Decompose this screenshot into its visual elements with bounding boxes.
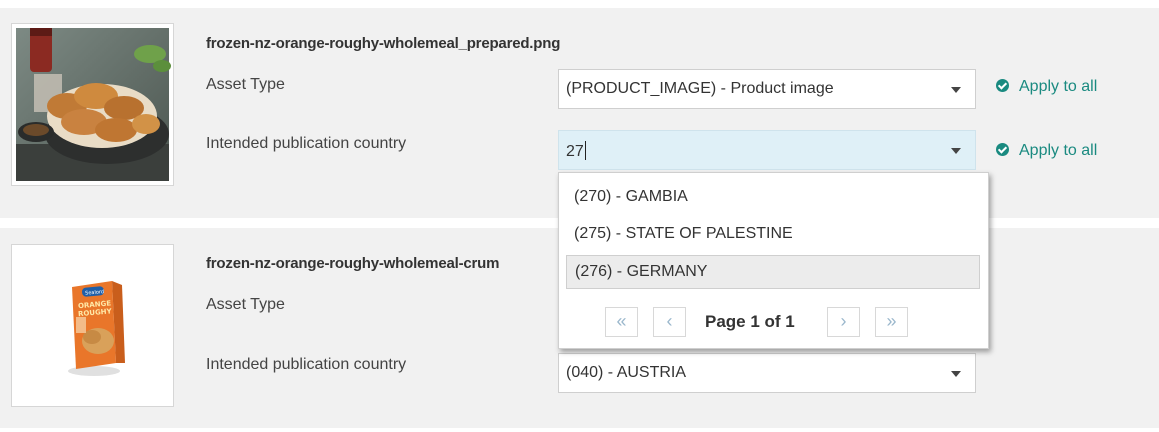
publication-country-label: Intended publication country <box>206 356 407 373</box>
dropdown-option-highlighted[interactable]: (276) - GERMANY <box>566 255 980 289</box>
publication-country-combobox[interactable]: 27 <box>558 130 976 170</box>
apply-to-all-label: Apply to all <box>1019 78 1098 95</box>
asset-type-label: Asset Type <box>206 296 285 313</box>
prev-page-button[interactable]: ‹ <box>653 307 686 337</box>
apply-to-all-country[interactable]: Apply to all <box>996 142 1097 160</box>
fried-fish-photo <box>16 28 171 181</box>
dropdown-option[interactable]: (270) - GAMBIA <box>566 181 980 215</box>
next-page-button[interactable]: › <box>827 307 860 337</box>
asset-type-label: Asset Type <box>206 76 285 93</box>
publication-country-value: (040) - AUSTRIA <box>566 364 687 381</box>
apply-to-all-asset-type[interactable]: Apply to all <box>996 78 1097 96</box>
check-circle-icon <box>996 143 1009 156</box>
publication-country-input[interactable]: 27 <box>566 141 586 161</box>
asset-thumbnail-box[interactable]: Sealord ORANGE ROUGHY <box>11 244 174 407</box>
dropdown-option[interactable]: (275) - STATE OF PALESTINE <box>566 218 980 252</box>
country-typed-text: 27 <box>566 143 584 160</box>
asset-thumbnail-prepared[interactable] <box>11 23 174 186</box>
asset-filename: frozen-nz-orange-roughy-wholemeal_prepar… <box>206 35 561 52</box>
publication-country-label: Intended publication country <box>206 135 407 152</box>
asset-type-select[interactable]: (PRODUCT_IMAGE) - Product image <box>558 69 976 109</box>
text-cursor <box>584 141 586 160</box>
dropdown-pager: « ‹ Page 1 of 1 › » <box>559 307 990 339</box>
product-box-photo: Sealord ORANGE ROUGHY <box>68 281 125 376</box>
apply-to-all-label: Apply to all <box>1019 142 1098 159</box>
last-page-button[interactable]: » <box>875 307 908 337</box>
asset-type-value: (PRODUCT_IMAGE) - Product image <box>566 80 834 97</box>
asset-filename: frozen-nz-orange-roughy-wholemeal-crum <box>206 255 500 272</box>
check-circle-icon <box>996 79 1009 92</box>
chevron-down-icon[interactable] <box>951 148 961 154</box>
country-autocomplete-dropdown: (270) - GAMBIA (275) - STATE OF PALESTIN… <box>558 172 989 349</box>
chevron-down-icon[interactable] <box>951 87 961 93</box>
publication-country-select[interactable]: (040) - AUSTRIA <box>558 353 976 393</box>
chevron-down-icon[interactable] <box>951 371 961 377</box>
first-page-button[interactable]: « <box>605 307 638 337</box>
page-indicator: Page 1 of 1 <box>705 312 795 331</box>
